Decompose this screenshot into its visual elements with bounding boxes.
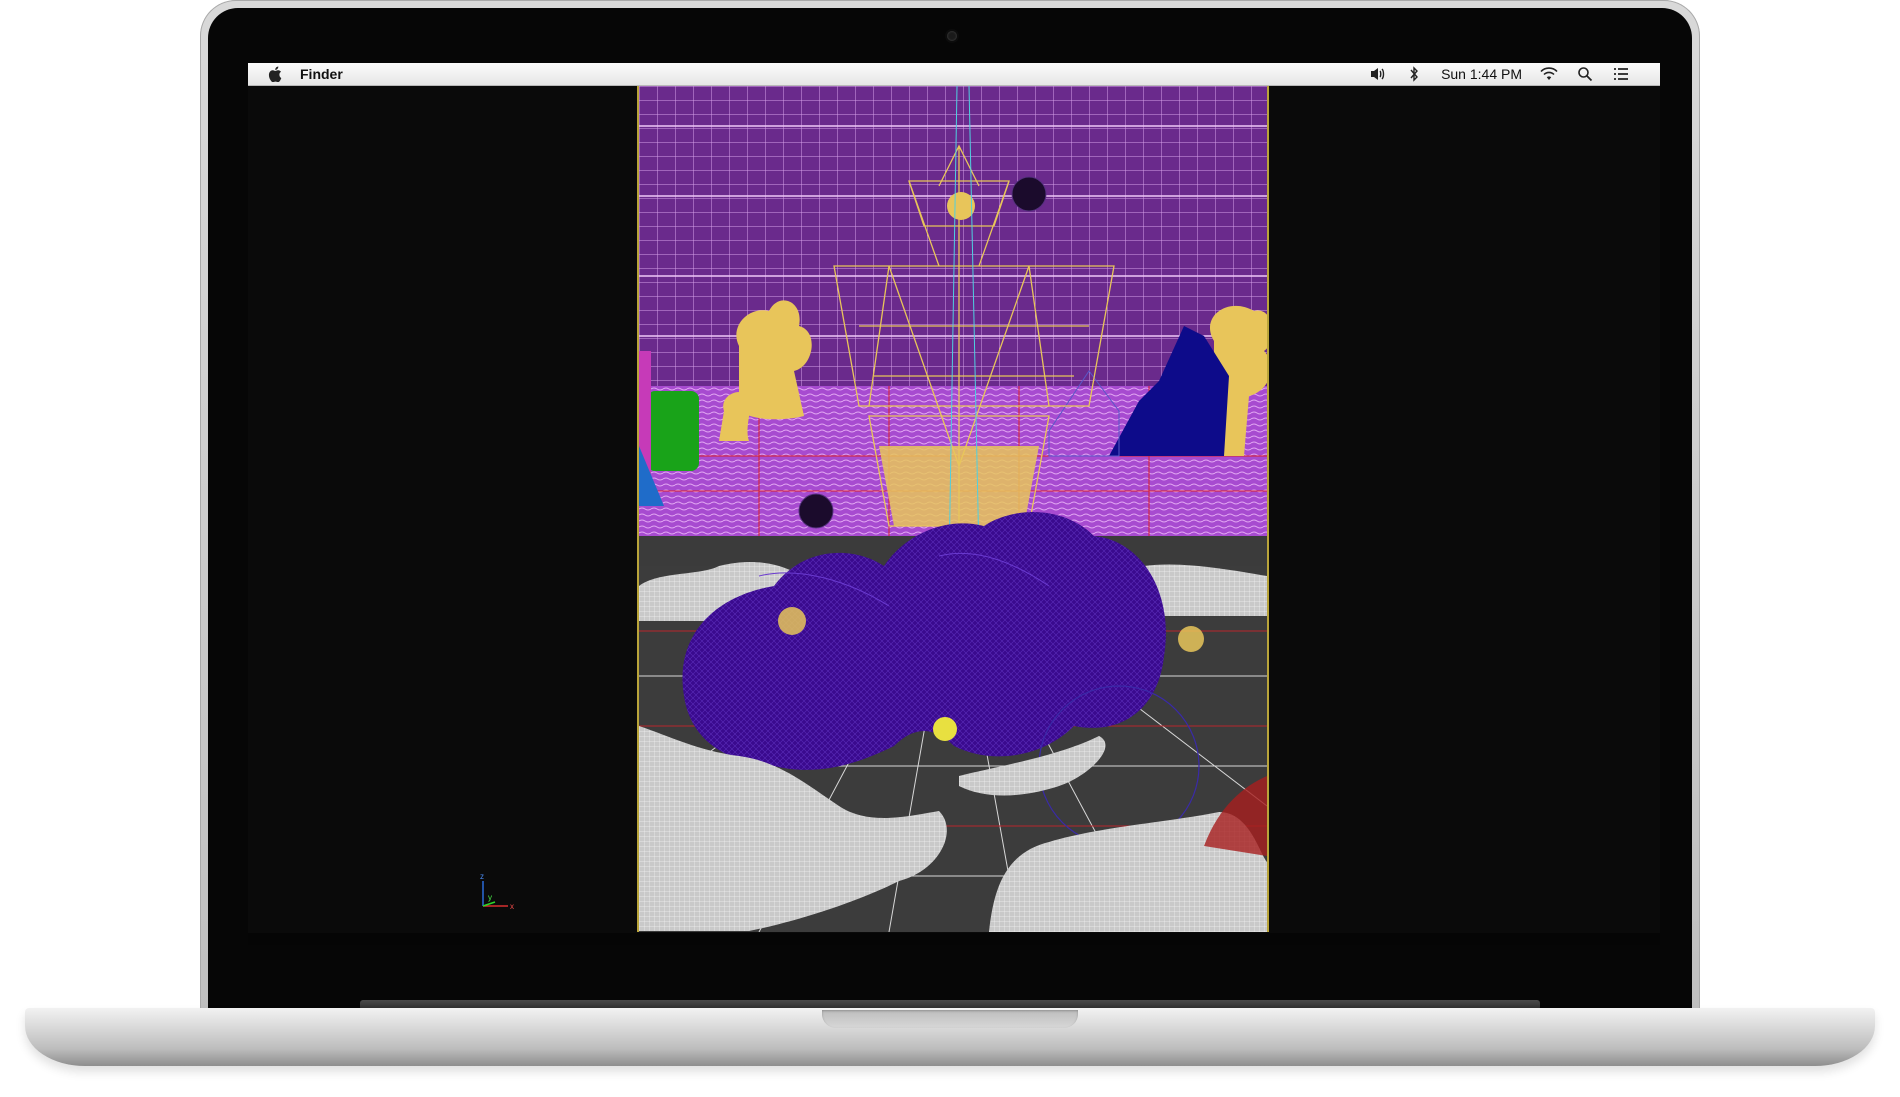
laptop-mockup: Finder Sun 1:44 PM z y x [0, 0, 1900, 1097]
sphere-top-right [1011, 176, 1047, 212]
3d-viewport[interactable] [637, 86, 1269, 932]
axis-y-label: y [488, 893, 492, 902]
axis-gizmo: z y x [480, 872, 514, 911]
volume-icon[interactable] [1369, 66, 1387, 82]
camera-icon [947, 31, 957, 41]
trackpad-notch [822, 1010, 1078, 1028]
sphere-left [798, 493, 834, 529]
green-tree [647, 391, 699, 471]
app-name-menu[interactable]: Finder [300, 66, 343, 82]
screen-bottom-strip [248, 933, 1660, 945]
apple-icon[interactable] [268, 66, 282, 82]
wifi-icon[interactable] [1540, 66, 1558, 82]
menubar-clock[interactable]: Sun 1:44 PM [1441, 66, 1522, 82]
search-icon[interactable] [1576, 66, 1594, 82]
rock-light-left [778, 607, 806, 635]
bluetooth-icon[interactable] [1405, 66, 1423, 82]
rock-light-right [1178, 626, 1204, 652]
list-icon[interactable] [1612, 66, 1630, 82]
wireframe-scene [639, 86, 1267, 932]
ship-lamp [947, 192, 975, 220]
axis-x-label: x [510, 902, 514, 911]
menu-bar: Finder Sun 1:44 PM [248, 63, 1660, 86]
rock-light-center [933, 717, 957, 741]
screen: Finder Sun 1:44 PM z y x [248, 63, 1660, 945]
axis-z-label: z [480, 872, 484, 881]
